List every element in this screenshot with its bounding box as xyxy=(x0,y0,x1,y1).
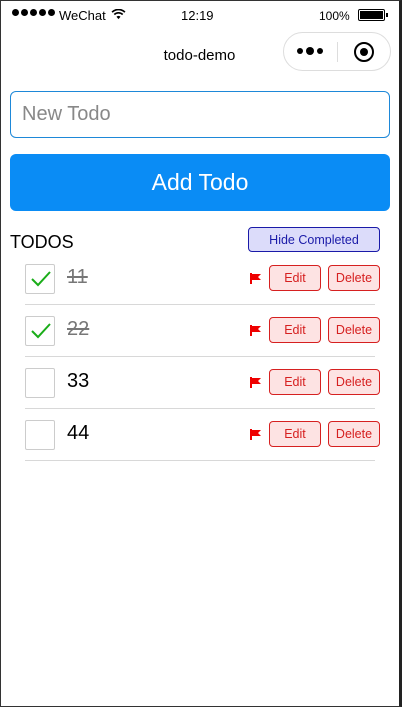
wifi-icon xyxy=(111,9,126,20)
todo-item: 22 Edit Delete xyxy=(25,305,380,357)
delete-button[interactable]: Delete xyxy=(328,421,380,447)
red-flag-icon xyxy=(250,377,261,388)
mini-program-capsule xyxy=(283,32,391,71)
todo-checkbox[interactable] xyxy=(25,316,55,346)
delete-button[interactable]: Delete xyxy=(328,317,380,343)
signal-dots-icon xyxy=(12,9,55,16)
checkmark-icon xyxy=(31,323,51,339)
todo-list: 11 Edit Delete 22 Edit Delete 33 Edit De… xyxy=(25,253,380,461)
battery-percent: 100% xyxy=(319,9,350,23)
carrier-label: WeChat xyxy=(59,8,106,23)
red-flag-icon xyxy=(250,429,261,440)
status-bar: WeChat 12:19 100% xyxy=(0,0,399,32)
edit-button[interactable]: Edit xyxy=(269,421,321,447)
edit-button[interactable]: Edit xyxy=(269,369,321,395)
todo-item: 33 Edit Delete xyxy=(25,357,380,409)
delete-button[interactable]: Delete xyxy=(328,369,380,395)
edit-button[interactable]: Edit xyxy=(269,265,321,291)
todo-checkbox[interactable] xyxy=(25,264,55,294)
red-flag-icon xyxy=(250,273,261,284)
delete-button[interactable]: Delete xyxy=(328,265,380,291)
more-dots-icon[interactable] xyxy=(284,47,337,55)
todo-checkbox[interactable] xyxy=(25,368,55,398)
todo-text: 22 xyxy=(67,318,90,340)
todo-text: 33 xyxy=(67,370,90,392)
close-target-icon[interactable] xyxy=(337,41,390,62)
todo-text: 11 xyxy=(67,266,88,288)
todo-text: 44 xyxy=(67,422,90,444)
todo-item: 11 Edit Delete xyxy=(25,253,380,305)
clock: 12:19 xyxy=(181,8,214,23)
todos-heading: TODOS xyxy=(10,232,74,252)
new-todo-input[interactable] xyxy=(10,91,390,138)
hide-completed-button[interactable]: Hide Completed xyxy=(248,227,380,252)
add-todo-button[interactable]: Add Todo xyxy=(10,154,390,211)
checkmark-icon xyxy=(31,271,51,287)
battery-icon xyxy=(358,9,388,21)
todo-item: 44 Edit Delete xyxy=(25,409,380,461)
red-flag-icon xyxy=(250,325,261,336)
todo-checkbox[interactable] xyxy=(25,420,55,450)
edit-button[interactable]: Edit xyxy=(269,317,321,343)
